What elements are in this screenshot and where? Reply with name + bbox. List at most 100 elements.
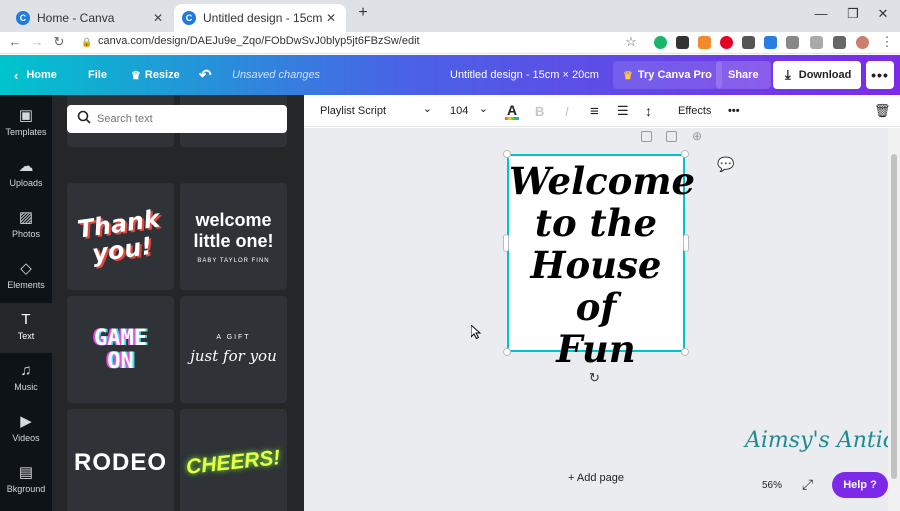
reload-icon[interactable]: ↻ <box>50 34 68 50</box>
try-canva-pro-button[interactable]: ♛ Try Canva Pro <box>613 61 722 89</box>
back-icon[interactable]: ← <box>6 34 24 49</box>
profile-avatar[interactable] <box>856 36 869 49</box>
mail-extension-icon[interactable] <box>676 36 689 49</box>
line-spacing-icon[interactable]: ↕ <box>645 95 652 127</box>
rail-item-uploads[interactable]: ☁ Uploads <box>0 150 52 200</box>
url-field[interactable]: canva.com/design/DAEJu9e_Zqo/FObDwSvJ0bl… <box>98 35 420 47</box>
add-page-button[interactable]: + Add page <box>560 472 632 484</box>
window-close-icon[interactable]: ✕ <box>868 6 898 22</box>
puzzle-extensions-icon[interactable] <box>833 36 846 49</box>
expand-icon[interactable]: ⤢ <box>802 476 813 493</box>
close-icon[interactable]: ✕ <box>151 11 165 25</box>
tab-home-canva[interactable]: C Home - Canva ✕ <box>8 4 173 32</box>
tab-untitled-design[interactable]: C Untitled design - 15cm × 20cm ✕ <box>174 4 346 32</box>
font-size-dropdown[interactable]: 104 ⌄ <box>450 95 488 127</box>
page-notes-icon[interactable] <box>641 131 652 142</box>
mouse-cursor-icon <box>471 325 481 339</box>
effects-button[interactable]: Effects <box>678 95 711 127</box>
close-icon[interactable]: ✕ <box>324 11 338 25</box>
browser-menu-icon[interactable]: ⋮ <box>878 34 896 50</box>
rail-item-elements[interactable]: ◇ Elements <box>0 252 52 302</box>
add-page-icon[interactable]: ⊕ <box>692 129 702 143</box>
rail-item-music[interactable]: ♫ Music <box>0 354 52 404</box>
rail-item-label: Photos <box>11 229 41 239</box>
rail-item-templates[interactable]: ▣ Templates <box>0 99 52 149</box>
scrollbar-thumb[interactable] <box>891 154 897 479</box>
design-title[interactable]: Untitled design - 15cm × 20cm <box>450 55 599 95</box>
rail-item-videos[interactable]: ▶ Videos <box>0 405 52 455</box>
help-button[interactable]: Help ? <box>832 472 888 498</box>
bookmark-star-icon[interactable]: ☆ <box>622 34 640 50</box>
design-page[interactable]: Welcome to the House of Fun <box>507 154 695 370</box>
resize-handle-corner[interactable] <box>681 348 689 356</box>
try-pro-label: Try Canva Pro <box>637 69 712 81</box>
new-tab-icon[interactable]: + <box>348 4 378 22</box>
tile-text: ON <box>107 348 134 374</box>
undo-icon[interactable]: ↶ <box>199 55 212 95</box>
rotate-icon[interactable]: ↻ <box>589 370 600 386</box>
grammarly-extension-icon[interactable] <box>654 36 667 49</box>
photos-icon: ▨ <box>18 209 34 226</box>
search-input[interactable] <box>97 109 277 129</box>
download-label: Download <box>798 69 852 81</box>
text-color-button[interactable]: A <box>505 95 519 127</box>
text-panel: Thank you! welcome little one! BABY TAYL… <box>52 95 304 511</box>
download-button[interactable]: ⤓ Download <box>773 61 861 89</box>
rail-item-background[interactable]: ▤ Bkground <box>0 456 52 506</box>
align-center-icon[interactable]: ≡ <box>590 95 599 127</box>
resize-handle-right[interactable] <box>683 234 689 252</box>
text-formatting-toolbar: Playlist Script ⌄ 104 ⌄ A B I ≡ ☰ ↕ Effe… <box>304 95 900 127</box>
upload-cloud-icon: ☁ <box>18 158 34 175</box>
search-box[interactable] <box>67 105 287 133</box>
layers-extension-icon[interactable] <box>742 36 755 49</box>
shield-extension-icon[interactable] <box>810 36 823 49</box>
text-color-icon: A <box>506 101 518 118</box>
maximize-icon[interactable]: ❐ <box>838 6 868 22</box>
resize-button[interactable]: ♛ Resize <box>131 55 180 95</box>
resize-handle-corner[interactable] <box>503 348 511 356</box>
tab-title: Untitled design - 15cm × 20cm <box>203 11 324 25</box>
bold-button[interactable]: B <box>535 95 544 127</box>
minimize-icon[interactable]: — <box>806 6 836 21</box>
chevron-left-icon: ‹ <box>14 67 19 83</box>
tile-text: A GIFT <box>216 334 251 341</box>
tile-subtext: BABY TAYLOR FINN <box>197 257 270 264</box>
feather-extension-icon[interactable] <box>764 36 777 49</box>
vertical-scrollbar[interactable] <box>888 128 900 511</box>
rail-item-photos[interactable]: ▨ Photos <box>0 201 52 251</box>
rail-item-text[interactable]: T Text <box>0 303 52 353</box>
font-family-label: Playlist Script <box>320 105 387 117</box>
more-options-icon[interactable]: ••• <box>728 95 740 127</box>
templates-icon: ▣ <box>18 107 34 124</box>
comment-icon[interactable]: 💬 <box>717 156 734 173</box>
font-family-dropdown[interactable]: Playlist Script ⌄ <box>320 95 432 127</box>
forward-icon[interactable]: → <box>28 34 46 49</box>
more-options-button[interactable]: ••• <box>866 61 894 89</box>
text-icon: T <box>21 311 31 328</box>
duplicate-page-icon[interactable] <box>666 131 677 142</box>
download-icon: ⤓ <box>785 67 791 82</box>
extension-icon[interactable] <box>698 36 711 49</box>
zoom-level[interactable]: 56% <box>762 480 782 491</box>
extension-icon[interactable] <box>786 36 799 49</box>
pinterest-extension-icon[interactable] <box>720 36 733 49</box>
italic-button[interactable]: I <box>565 95 569 127</box>
text-template-thank-you[interactable]: Thank you! <box>67 183 174 290</box>
font-size-input[interactable]: 104 <box>450 105 468 117</box>
selected-text-element[interactable]: Welcome to the House of Fun <box>509 160 695 370</box>
tile-text: GAME <box>94 325 147 351</box>
trash-icon[interactable]: 🗑 <box>874 95 891 127</box>
home-label: Home <box>26 69 57 81</box>
text-template-cheers[interactable]: CHEERS! <box>180 409 287 511</box>
resize-handle-corner[interactable] <box>503 150 511 158</box>
share-button[interactable]: Share <box>716 61 771 89</box>
list-icon[interactable]: ☰ <box>617 95 629 127</box>
resize-handle-left[interactable] <box>503 234 509 252</box>
text-template-welcome-little-one[interactable]: welcome little one! BABY TAYLOR FINN <box>180 183 287 290</box>
text-template-a-gift[interactable]: A GIFT just for you <box>180 296 287 403</box>
text-template-game-on[interactable]: GAME ON <box>67 296 174 403</box>
resize-handle-corner[interactable] <box>681 150 689 158</box>
text-template-rodeo[interactable]: RODEO <box>67 409 174 511</box>
home-button[interactable]: ‹ Home <box>14 55 57 95</box>
file-menu-button[interactable]: File <box>88 55 107 95</box>
